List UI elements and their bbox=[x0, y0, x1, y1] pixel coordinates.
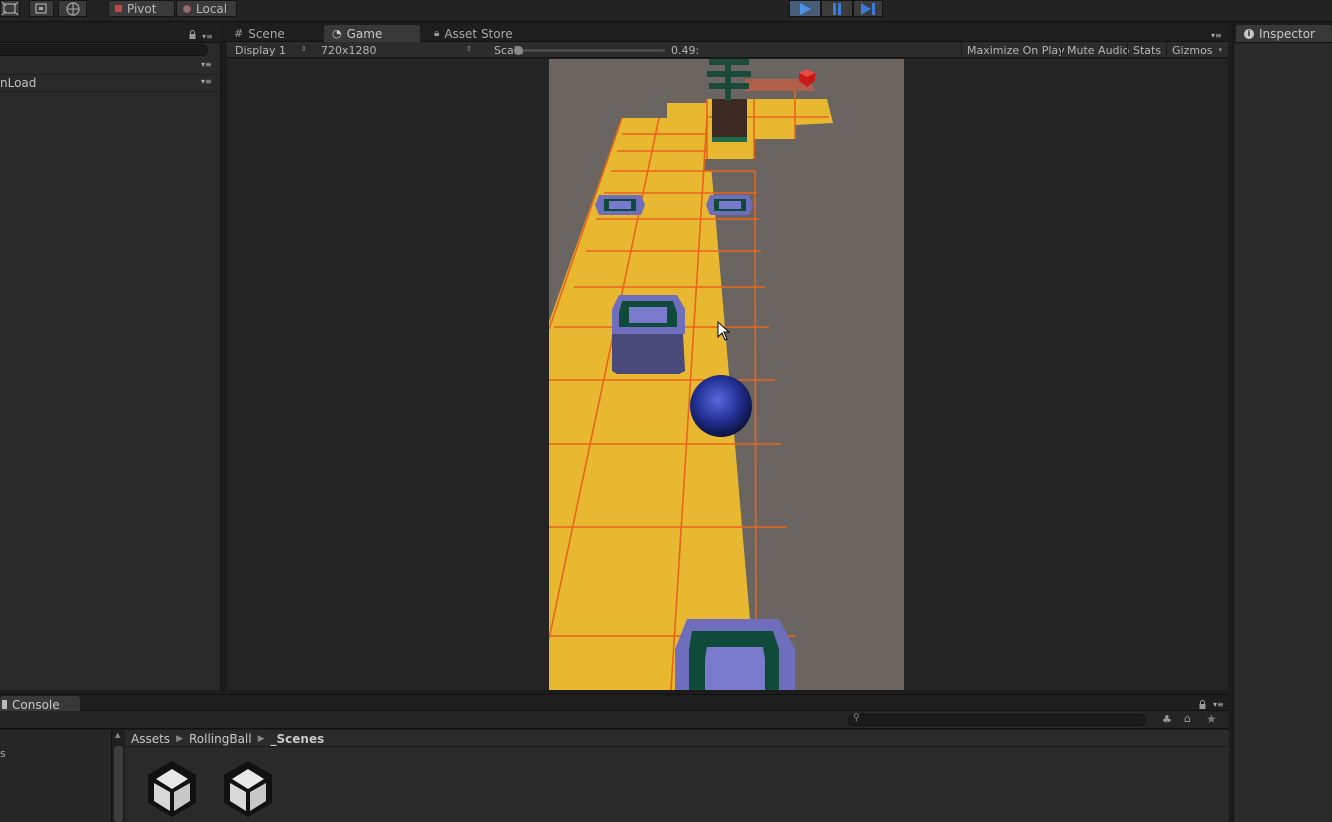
main-toolbar: Pivot Local bbox=[0, 0, 1332, 22]
game-toolbar: Display 1 ⇕ 720x1280 ⇕ Scale 0.49: Maxim… bbox=[227, 42, 1228, 58]
near-obstacle bbox=[675, 619, 795, 690]
gizmos-label: Gizmos bbox=[1172, 43, 1213, 57]
project-tree-label: s bbox=[0, 747, 6, 760]
step-button[interactable] bbox=[853, 0, 883, 17]
project-search-input[interactable]: ⚲ bbox=[848, 713, 1146, 726]
info-icon: i bbox=[1244, 28, 1254, 39]
rect-tool-icon[interactable] bbox=[0, 0, 20, 17]
unity-scene-icon[interactable] bbox=[220, 759, 276, 819]
filter-label-icon[interactable]: ⌂ bbox=[1184, 712, 1191, 725]
hierarchy-tabbar bbox=[0, 23, 221, 43]
transform-tool-icon[interactable] bbox=[58, 0, 87, 17]
resolution-value: 720x1280 bbox=[321, 43, 377, 57]
panel-menu-icon[interactable]: ▾≡ bbox=[202, 32, 213, 41]
pause-icon bbox=[833, 2, 841, 15]
breadcrumb-rollingball[interactable]: RollingBall bbox=[189, 732, 252, 746]
lock-icon[interactable] bbox=[189, 29, 196, 39]
scene-options-icon[interactable]: ▾≡ bbox=[201, 60, 212, 69]
display-value: Display 1 bbox=[235, 43, 287, 57]
mouse-cursor-icon bbox=[717, 321, 731, 341]
console-menu-icon[interactable]: ▾≡ bbox=[1213, 700, 1224, 709]
local-toggle[interactable]: Local bbox=[176, 0, 237, 17]
hierarchy-panel: ▾≡ ▾≡ nLoad ▾≡ bbox=[0, 23, 221, 690]
scrollbar-thumb[interactable] bbox=[114, 746, 123, 822]
tree-icon bbox=[707, 59, 751, 101]
stats-toggle[interactable]: Stats bbox=[1127, 42, 1166, 58]
center-menu-icon[interactable]: ▾≡ bbox=[1211, 31, 1222, 40]
tab-scene-label: Scene bbox=[248, 26, 285, 41]
scroll-up-icon[interactable]: ▲ bbox=[115, 731, 120, 739]
tab-scene[interactable]: # Scene bbox=[226, 25, 293, 42]
store-lock-icon: 🔒︎ bbox=[434, 28, 440, 39]
project-assets-panel: Assets ▶ RollingBall ▶ _Scenes bbox=[125, 730, 1229, 822]
tab-asset-store-label: Asset Store bbox=[444, 26, 513, 41]
maximize-on-play-toggle[interactable]: Maximize On Play bbox=[961, 42, 1070, 58]
tab-console-label: Console bbox=[12, 697, 60, 712]
game-render bbox=[549, 59, 833, 690]
scene-header-row: ▾≡ bbox=[0, 59, 221, 75]
chevron-down-icon: ▾ bbox=[1218, 46, 1223, 54]
local-icon bbox=[183, 4, 191, 13]
block-obstacle bbox=[612, 295, 685, 374]
row-options-icon[interactable]: ▾≡ bbox=[201, 77, 212, 86]
maximize-label: Maximize On Play bbox=[967, 43, 1065, 57]
pivot-icon bbox=[115, 5, 122, 12]
track-upper-tile bbox=[667, 103, 709, 119]
tab-inspector[interactable]: i Inspector bbox=[1236, 25, 1332, 42]
track-gap bbox=[704, 159, 755, 171]
tab-game[interactable]: ◔ Game bbox=[324, 25, 420, 42]
unity-scene-icon[interactable] bbox=[144, 759, 200, 819]
tab-game-label: Game bbox=[346, 26, 383, 41]
favorite-star-icon[interactable]: ★ bbox=[1206, 712, 1217, 726]
console-tabbar: Console ▾≡ bbox=[0, 694, 1229, 713]
tab-inspector-label: Inspector bbox=[1259, 26, 1315, 41]
pacman-icon: ◔ bbox=[332, 27, 342, 40]
project-toolbar: ⚲ ♣ ⌂ ★ bbox=[0, 711, 1229, 729]
tower-base bbox=[712, 99, 747, 141]
scale-slider[interactable] bbox=[514, 46, 665, 55]
player-ball bbox=[690, 375, 752, 437]
step-icon bbox=[861, 2, 875, 15]
local-label: Local bbox=[196, 1, 228, 16]
breadcrumb-scenes[interactable]: _Scenes bbox=[271, 732, 325, 746]
filter-type-icon[interactable]: ♣ bbox=[1162, 713, 1172, 726]
project-tree-scrollbar[interactable]: ▲ bbox=[111, 730, 125, 822]
search-icon: ⚲ bbox=[853, 713, 860, 723]
breadcrumb-assets[interactable]: Assets bbox=[131, 732, 170, 746]
scale-slider-thumb[interactable] bbox=[514, 46, 523, 55]
hierarchy-row-label: nLoad bbox=[0, 76, 37, 90]
hierarchy-row[interactable]: nLoad ▾≡ bbox=[0, 75, 221, 92]
resolution-select[interactable]: 720x1280 ⇕ bbox=[315, 42, 475, 58]
pivot-toggle[interactable]: Pivot bbox=[108, 0, 175, 17]
play-icon bbox=[800, 2, 811, 15]
gizmos-toggle[interactable]: Gizmos ▾ bbox=[1166, 42, 1227, 58]
inspector-panel: i Inspector bbox=[1233, 23, 1332, 822]
rect-transform-icon[interactable] bbox=[29, 0, 54, 17]
tower-trim bbox=[712, 137, 747, 142]
game-viewport[interactable] bbox=[549, 59, 904, 690]
mute-audio-toggle[interactable]: Mute Audio bbox=[1061, 42, 1134, 58]
project-tree-panel: s bbox=[0, 730, 111, 822]
breadcrumb-separator-icon: ▶ bbox=[176, 733, 183, 744]
pivot-label: Pivot bbox=[127, 1, 157, 16]
console-icon bbox=[2, 700, 7, 709]
dropdown-arrows-icon: ⇕ bbox=[466, 45, 472, 53]
tab-asset-store[interactable]: 🔒︎ Asset Store bbox=[426, 25, 521, 42]
scale-value: 0.49: bbox=[671, 43, 700, 57]
pause-button[interactable] bbox=[821, 0, 853, 17]
small-obstacle-right bbox=[706, 195, 753, 215]
small-obstacle-left bbox=[595, 195, 645, 215]
stats-label: Stats bbox=[1133, 43, 1162, 57]
breadcrumb-separator-icon: ▶ bbox=[257, 733, 265, 744]
grid-icon: # bbox=[234, 27, 244, 40]
dropdown-arrows-icon: ⇕ bbox=[301, 45, 307, 53]
mute-label: Mute Audio bbox=[1067, 43, 1130, 57]
play-button[interactable] bbox=[789, 0, 821, 17]
hierarchy-search-input[interactable] bbox=[0, 44, 208, 56]
breadcrumb: Assets ▶ RollingBall ▶ _Scenes bbox=[125, 730, 1229, 747]
display-select[interactable]: Display 1 ⇕ bbox=[227, 42, 309, 58]
